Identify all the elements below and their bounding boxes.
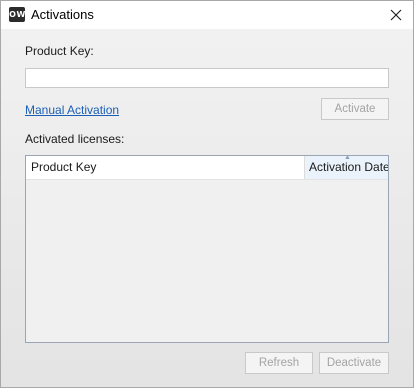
product-key-label: Product Key: <box>25 44 94 58</box>
product-key-input[interactable] <box>25 68 389 88</box>
list-header: Product Key ▲ Activation Date <box>26 156 388 180</box>
activations-dialog: O W Activations Product Key: Manual Acti… <box>0 0 414 388</box>
activated-licenses-label: Activated licenses: <box>25 132 125 146</box>
sort-ascending-icon: ▲ <box>344 156 351 161</box>
app-logo-icon: O W <box>9 7 25 22</box>
deactivate-button[interactable]: Deactivate <box>319 352 389 374</box>
list-body <box>26 179 388 342</box>
column-header-product-key[interactable]: Product Key <box>26 156 304 179</box>
window-title: Activations <box>31 7 94 22</box>
column-header-activation-date[interactable]: ▲ Activation Date <box>304 156 388 179</box>
refresh-button[interactable]: Refresh <box>245 352 313 374</box>
close-button[interactable] <box>379 1 413 29</box>
title-bar: O W Activations <box>1 1 413 29</box>
activate-button[interactable]: Activate <box>321 98 389 120</box>
licenses-list[interactable]: Product Key ▲ Activation Date <box>25 155 389 343</box>
close-icon <box>390 9 402 21</box>
manual-activation-link[interactable]: Manual Activation <box>25 103 119 117</box>
